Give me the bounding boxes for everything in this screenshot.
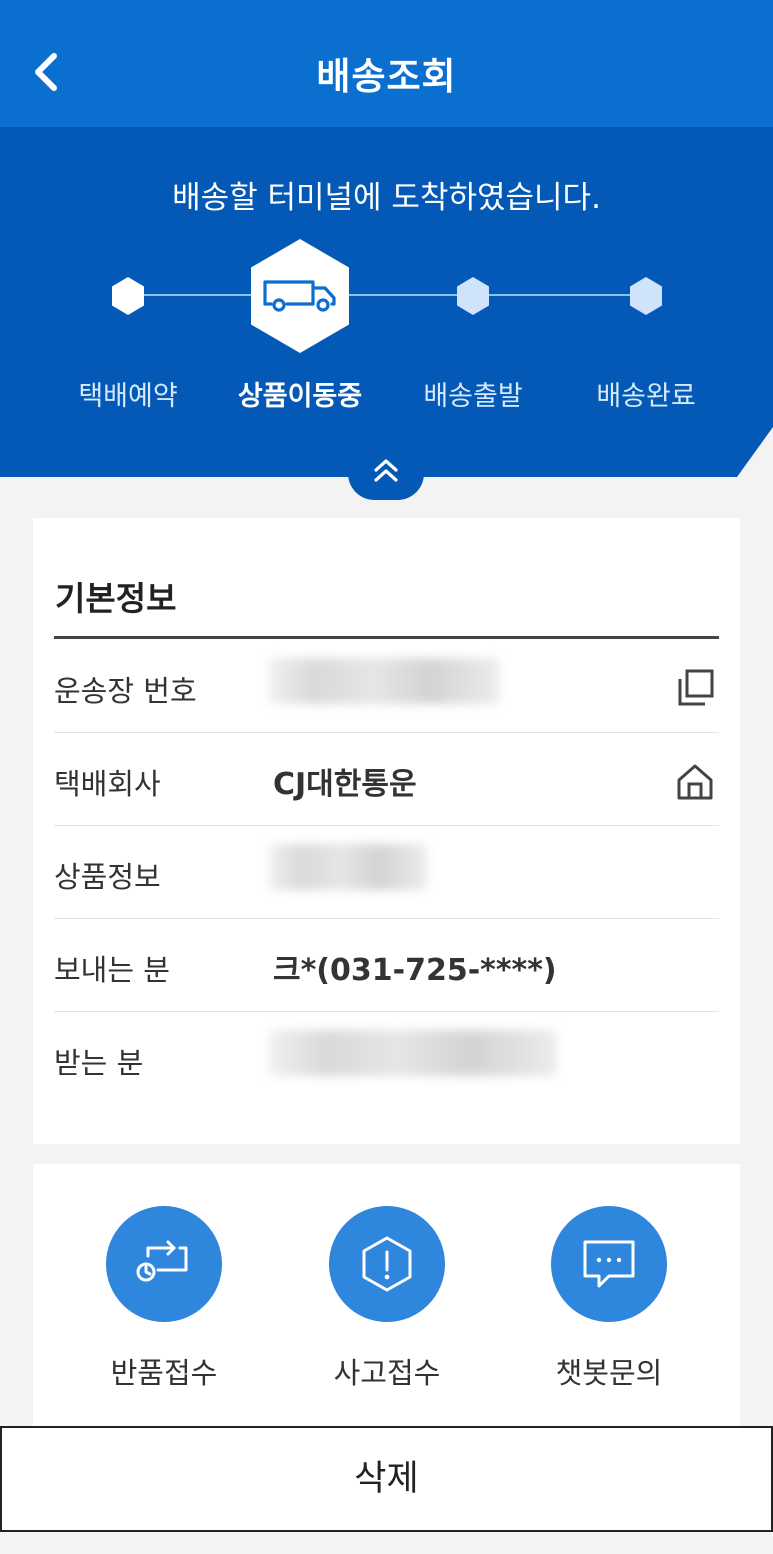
collapse-progress-button[interactable] — [348, 440, 424, 500]
action-icon-circle — [329, 1206, 445, 1322]
row-label: 운송장 번호 — [54, 674, 197, 708]
row-label: 택배회사 — [54, 767, 161, 801]
carrier-name: CJ대한통운 — [273, 767, 417, 802]
redacted-product-info — [269, 844, 427, 890]
copy-icon — [678, 669, 714, 706]
row-label: 받는 분 — [54, 1046, 144, 1080]
copy-button[interactable] — [675, 668, 715, 708]
basic-info-title: 기본정보 — [55, 579, 177, 618]
page-title: 배송조회 — [316, 55, 457, 98]
double-chevron-up-icon — [374, 459, 398, 482]
app-bar: 배송조회 — [0, 0, 773, 127]
return-request-button[interactable]: 반품접수 — [84, 1206, 244, 1392]
return-clock-icon — [136, 1240, 188, 1282]
step-node-current — [251, 239, 349, 353]
step-label-delivered: 배송완료 — [596, 381, 696, 412]
row-label: 보내는 분 — [54, 953, 170, 987]
step-node-pending — [630, 277, 662, 315]
step-label-out-for-delivery: 배송출발 — [423, 381, 523, 412]
action-label: 사고접수 — [333, 1356, 441, 1390]
chatbot-inquiry-button[interactable]: 챗봇문의 — [529, 1206, 689, 1392]
panel-corner-cut — [737, 427, 773, 477]
basic-info-card: 기본정보 운송장 번호 택배회사 CJ대한통운 상품정보 보내는 분 크*(03… — [33, 518, 740, 1144]
home-icon — [677, 764, 713, 800]
hexagon-alert-icon — [362, 1236, 412, 1292]
action-card: 반품접수 사고접수 챗봇문의 — [33, 1164, 740, 1426]
info-row-sender: 보내는 분 크*(031-725-****) — [54, 919, 719, 1012]
step-node-pending — [457, 277, 489, 315]
redacted-tracking-number — [269, 658, 499, 704]
step-label-in-transit: 상품이동중 — [237, 381, 363, 412]
info-row-tracking-number: 운송장 번호 — [54, 640, 719, 733]
action-icon-circle — [551, 1206, 667, 1322]
action-label: 반품접수 — [110, 1356, 218, 1390]
info-row-product: 상품정보 — [54, 826, 719, 919]
sender-value: 크*(031-725-****) — [273, 953, 557, 988]
redacted-recipient — [269, 1030, 557, 1076]
step-node-done — [112, 277, 144, 315]
title-divider — [54, 636, 719, 639]
progress-line — [128, 294, 646, 296]
chat-bubble-icon — [583, 1240, 635, 1288]
accident-report-button[interactable]: 사고접수 — [307, 1206, 467, 1392]
row-label: 상품정보 — [54, 860, 161, 894]
delete-button[interactable]: 삭제 — [0, 1426, 773, 1532]
step-label-reserved: 택배예약 — [78, 381, 178, 412]
action-icon-circle — [106, 1206, 222, 1322]
status-message: 배송할 터미널에 도착하였습니다. — [172, 180, 601, 216]
info-row-recipient: 받는 분 — [54, 1012, 719, 1105]
carrier-home-button[interactable] — [675, 761, 715, 801]
info-row-carrier: 택배회사 CJ대한통운 — [54, 733, 719, 826]
action-label: 챗봇문의 — [555, 1356, 663, 1390]
